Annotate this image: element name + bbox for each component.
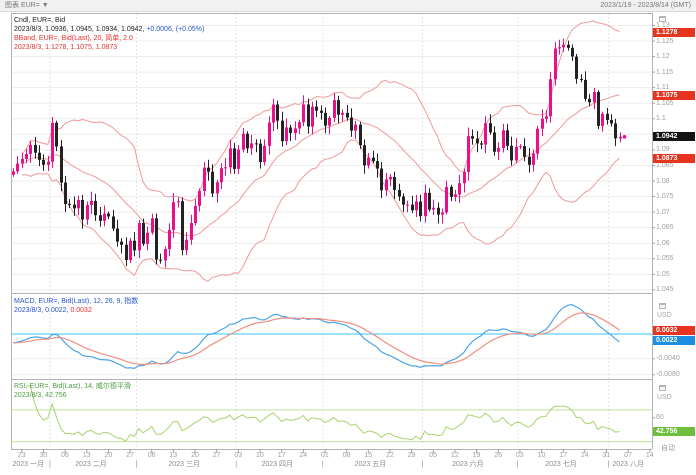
rsi-axis-tick-label: 60: [656, 414, 664, 422]
price-axis-tick-label: 1.12: [656, 53, 670, 61]
macd-axis-tick-label: -0.0040: [656, 355, 680, 363]
price-axis-tick-label: 1.085: [656, 162, 674, 170]
macd-axis-unit-label: USD: [657, 312, 672, 320]
date-axis-tick-label: 17: [278, 452, 286, 460]
date-axis-tick-label: 31: [603, 452, 611, 460]
month-separator: |: [608, 461, 610, 469]
date-axis-tick-label: 13: [169, 452, 177, 460]
month-axis-label: 2023 五月: [355, 461, 387, 469]
month-axis-label: 2023 八月: [612, 461, 644, 469]
date-axis-tick-label: 13: [83, 452, 91, 460]
price-axis-tick-label: 1.05: [656, 271, 670, 279]
macd-axis-tick-label: -0.0080: [656, 371, 680, 379]
date-axis-tick-label: 23: [18, 452, 26, 460]
price-axis-tick-label: 1.08: [656, 178, 670, 186]
date-axis-tick-label: 26: [494, 452, 502, 460]
axis-auto-scale-label[interactable]: 自动: [661, 445, 675, 453]
date-axis-tick-label: 27: [126, 452, 134, 460]
date-axis-tick-label: 06: [148, 452, 156, 460]
month-separator: |: [322, 461, 324, 469]
date-axis-tick-label: 14: [646, 452, 654, 460]
main-axis-settings-icon[interactable]: [659, 16, 666, 22]
macd-panel-legend: MACD, EUR=, Bid(Last), 12, 26, 9, 指数 202…: [14, 297, 138, 315]
legend-rsi-value: 2023/8/3, 42.756: [14, 391, 131, 400]
price-axis-tick-label: 1.065: [656, 224, 674, 232]
price-chart-canvas[interactable]: [0, 0, 696, 475]
date-axis-tick-label: 20: [191, 452, 199, 460]
date-axis-tick-label: 06: [61, 452, 69, 460]
date-axis-tick-label: 01: [321, 452, 329, 460]
rsi-value-badge: 42.756: [653, 427, 695, 436]
price-axis-tick-label: 1.125: [656, 38, 674, 46]
date-axis-tick-label: 03: [234, 452, 242, 460]
legend-rsi-series: RSI, EUR=, Bid(Last), 14, 威尔德平滑: [14, 382, 131, 391]
price-axis-tick-label: 1.07: [656, 209, 670, 217]
month-axis-label: 2023 四月: [262, 461, 294, 469]
legend-ohlc-values: 2023/8/3, 1.0936, 1.0945, 1.0934, 1.0942…: [14, 25, 204, 34]
macd-signal-badge: 0.0032: [653, 326, 695, 335]
legend-bband-values: 2023/8/3, 1.1278, 1.1075, 1.0873: [14, 43, 204, 52]
legend-macd-signal-value: 0.0032: [70, 307, 91, 314]
chart-titlebar: 图表 EUR= ▼ 2023/1/19 - 2023/8/14 (GMT): [0, 0, 696, 12]
legend-bband-series: BBand, EUR=, Bid(Last), 20, 简单, 2.0: [14, 34, 204, 43]
price-axis-tick-label: 1.1: [656, 115, 666, 123]
date-axis-tick-label: 17: [559, 452, 567, 460]
month-separator: |: [421, 461, 423, 469]
date-axis-tick-label: 22: [386, 452, 394, 460]
date-axis-tick-label: 10: [256, 452, 264, 460]
legend-change-value: +0.0006, (+0.05%): [146, 26, 204, 33]
price-axis-tick-label: 1.075: [656, 193, 674, 201]
price-axis-tick-label: 1.045: [656, 286, 674, 294]
rsi-axis-settings-icon[interactable]: [659, 385, 666, 391]
date-axis-tick-label: 20: [104, 452, 112, 460]
main-panel-legend: Cndl, EUR=, Bid 2023/8/3, 1.0936, 1.0945…: [14, 16, 204, 52]
date-axis-tick-label: 03: [516, 452, 524, 460]
month-separator: |: [49, 461, 51, 469]
month-separator: |: [235, 461, 237, 469]
price-axis-tick-label: 1.115: [656, 69, 673, 77]
titlebar-date-range: 2023/1/19 - 2023/8/14 (GMT): [600, 0, 691, 11]
month-axis-label: 2023 三月: [168, 461, 200, 469]
legend-macd-values: 2023/8/3, 0.0022, 0.0032: [14, 306, 138, 315]
month-axis-label: 2023 二月: [75, 461, 107, 469]
date-axis-tick-label: 27: [213, 452, 221, 460]
bband-lower-badge: 1.0873: [653, 154, 695, 163]
price-axis-tick-label: 1.06: [656, 240, 670, 248]
price-axis-tick-label: 1.055: [656, 255, 674, 263]
date-axis-tick-label: 07: [624, 452, 632, 460]
last-price-badge: 1.0942: [653, 132, 695, 141]
date-axis-tick-label: 05: [429, 452, 437, 460]
month-axis-label: 2023 一月: [12, 461, 44, 469]
date-axis-tick-label: 24: [299, 452, 307, 460]
rsi-axis-unit-label: USD: [657, 394, 672, 402]
date-axis-tick-label: 30: [39, 452, 47, 460]
legend-candle-series: Cndl, EUR=, Bid: [14, 16, 204, 25]
month-axis-label: 2023 七月: [545, 461, 577, 469]
date-axis-tick-label: 24: [581, 452, 589, 460]
date-axis-tick-label: 19: [473, 452, 481, 460]
chart-window: 图表 EUR= ▼ 2023/1/19 - 2023/8/14 (GMT) 1.…: [0, 0, 696, 475]
bband-middle-badge: 1.1075: [653, 91, 695, 100]
date-axis-tick-label: 29: [408, 452, 416, 460]
date-axis-tick-label: 15: [364, 452, 372, 460]
month-axis-label: 2023 六月: [452, 461, 484, 469]
titlebar-symbol-dropdown[interactable]: 图表 EUR= ▼: [5, 0, 49, 11]
month-separator: |: [136, 461, 138, 469]
month-separator: |: [517, 461, 519, 469]
macd-value-badge: 0.0022: [653, 336, 695, 345]
date-axis-tick-label: 08: [343, 452, 351, 460]
legend-macd-series: MACD, EUR=, Bid(Last), 12, 26, 9, 指数: [14, 297, 138, 306]
macd-axis-settings-icon[interactable]: [659, 303, 666, 309]
rsi-panel-legend: RSI, EUR=, Bid(Last), 14, 威尔德平滑 2023/8/3…: [14, 382, 131, 400]
price-axis-tick-label: 1.105: [656, 100, 674, 108]
date-axis-tick-label: 12: [451, 452, 459, 460]
date-axis-tick-label: 10: [538, 452, 546, 460]
bband-upper-badge: 1.1278: [653, 28, 695, 37]
